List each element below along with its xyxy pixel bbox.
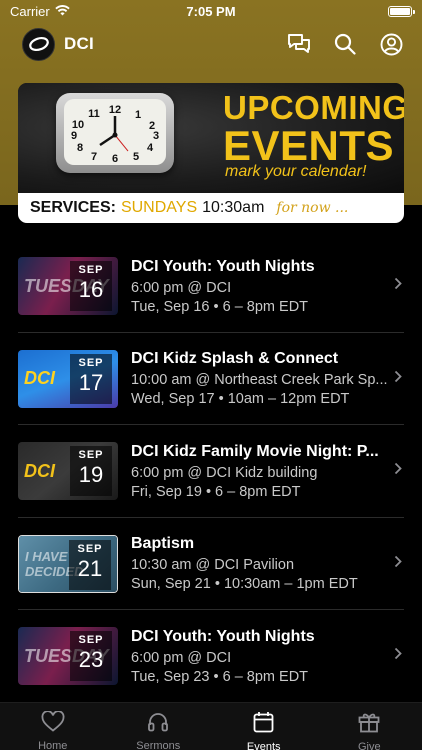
search-icon[interactable] [332, 31, 358, 57]
tab-events[interactable]: Events [211, 703, 317, 750]
banner-subtitle: mark your calendar! [225, 163, 367, 180]
event-row[interactable]: DCI SEP 17 DCI Kidz Splash & Connect 10:… [0, 333, 422, 426]
carrier-label: Carrier [10, 3, 50, 19]
date-month: SEP [78, 449, 104, 462]
date-day: 21 [77, 555, 103, 581]
tab-label: Sermons [136, 740, 181, 750]
event-datetime: Tue, Sep 23 • 6 – 8pm EDT [131, 668, 309, 685]
event-title: DCI Kidz Splash & Connect [131, 350, 339, 368]
services-note: for now ... [276, 200, 349, 216]
tab-label: Give [357, 741, 381, 750]
wifi-icon [55, 4, 70, 19]
app-title: DCI [64, 34, 94, 53]
date-month: SEP [78, 264, 104, 277]
status-bar: Carrier 7:05 PM [0, 0, 422, 22]
banner-photo: 12 1 2 3 4567 8 9 10 11 UPCOMING EVENTS mark y… [18, 83, 404, 193]
svg-text:6: 6 [112, 153, 118, 165]
svg-text:3: 3 [153, 130, 159, 142]
event-thumbnail: I HAVE DECIDED SEP 21 [18, 534, 118, 593]
svg-text:10: 10 [72, 119, 84, 131]
date-month: SEP [78, 634, 104, 647]
nav-bar: DCI [0, 26, 422, 62]
date-badge: SEP 23 [70, 631, 112, 682]
chat-icon[interactable] [286, 31, 312, 57]
event-datetime: Wed, Sep 17 • 10am – 12pm EDT [131, 391, 350, 408]
date-badge: SEP 21 [69, 539, 111, 590]
tab-home[interactable]: Home [0, 703, 106, 750]
tab-label: Home [38, 740, 68, 750]
date-month: SEP [78, 356, 104, 369]
event-title: DCI Kidz Family Movie Night: P... [131, 442, 379, 460]
chevron-right-icon [394, 462, 402, 480]
event-datetime: Fri, Sep 19 • 6 – 8pm EDT [131, 483, 301, 500]
event-thumbnail: DCI SEP 17 [18, 349, 118, 408]
events-list: TUESDAY SEP 16 DCI Youth: Youth Nights 6… [0, 240, 422, 703]
date-badge: SEP 17 [70, 353, 112, 404]
event-location: 10:00 am @ Northeast Creek Park Sp... [131, 372, 388, 389]
event-title: Baptism [131, 535, 195, 553]
calendar-icon [253, 711, 274, 738]
battery-icon [388, 5, 415, 17]
date-badge: SEP 19 [70, 446, 112, 497]
svg-text:8: 8 [77, 142, 83, 154]
event-datetime: Tue, Sep 16 • 6 – 8pm EDT [131, 298, 309, 315]
event-row[interactable]: TUESDAY SEP 23 DCI Youth: Youth Nights 6… [0, 610, 422, 703]
event-location: 6:00 pm @ DCI Kidz building [131, 464, 318, 481]
date-day: 17 [78, 369, 104, 395]
tab-label: Events [246, 741, 281, 750]
chevron-right-icon [394, 647, 402, 665]
event-location: 10:30 am @ DCI Pavilion [131, 557, 295, 574]
svg-text:1: 1 [135, 109, 141, 121]
services-days: SUNDAYS [120, 199, 198, 216]
services-label: SERVICES: [30, 199, 116, 216]
svg-text:9: 9 [71, 130, 77, 142]
event-datetime: Sun, Sep 21 • 10:30am – 1pm EDT [131, 576, 358, 593]
date-day: 19 [78, 462, 104, 488]
carrier-info: Carrier [10, 4, 70, 19]
svg-text:11: 11 [88, 108, 100, 120]
event-location: 6:00 pm @ DCI [131, 649, 232, 666]
chevron-right-icon [394, 277, 402, 295]
date-day: 16 [78, 277, 104, 303]
upcoming-events-banner[interactable]: 12 1 2 3 4567 8 9 10 11 UPCOMING EVENTS mark y… [18, 83, 404, 223]
event-thumbnail: DCI SEP 19 [18, 442, 118, 501]
chevron-right-icon [394, 555, 402, 573]
services-time: 10:30am [202, 199, 265, 216]
event-row[interactable]: I HAVE DECIDED SEP 21 Baptism 10:30 am @… [0, 518, 422, 611]
tab-bar: Home Sermons Events Give [0, 702, 422, 750]
event-location: 6:00 pm @ DCI [131, 279, 232, 296]
date-month: SEP [77, 542, 103, 555]
event-row[interactable]: DCI SEP 19 DCI Kidz Family Movie Night: … [0, 425, 422, 518]
headphones-icon [147, 711, 169, 737]
tab-sermons[interactable]: Sermons [106, 703, 212, 750]
svg-text:12: 12 [109, 104, 121, 116]
heart-icon [41, 710, 65, 737]
date-badge: SEP 16 [70, 261, 112, 312]
account-icon[interactable] [378, 31, 404, 57]
svg-text:4: 4 [147, 142, 154, 154]
banner-heading-line1: UPCOMING [223, 89, 404, 126]
svg-text:7: 7 [91, 151, 97, 163]
tab-give[interactable]: Give [317, 703, 422, 750]
event-thumbnail: TUESDAY SEP 23 [18, 627, 118, 686]
event-title: DCI Youth: Youth Nights [131, 627, 315, 645]
dci-logo[interactable] [22, 27, 55, 61]
svg-text:5: 5 [133, 151, 139, 163]
event-title: DCI Youth: Youth Nights [131, 257, 315, 275]
gift-icon [358, 711, 380, 738]
event-row[interactable]: TUESDAY SEP 16 DCI Youth: Youth Nights 6… [0, 240, 422, 333]
event-thumbnail: TUESDAY SEP 16 [18, 257, 118, 316]
alarm-clock-image: 12 1 2 3 4567 8 9 10 11 [56, 93, 174, 173]
date-day: 23 [78, 647, 104, 673]
services-strip: SERVICES: SUNDAYS 10:30am for now ... [18, 193, 404, 223]
chevron-right-icon [394, 370, 402, 388]
banner-heading-line2: EVENTS [223, 122, 395, 169]
